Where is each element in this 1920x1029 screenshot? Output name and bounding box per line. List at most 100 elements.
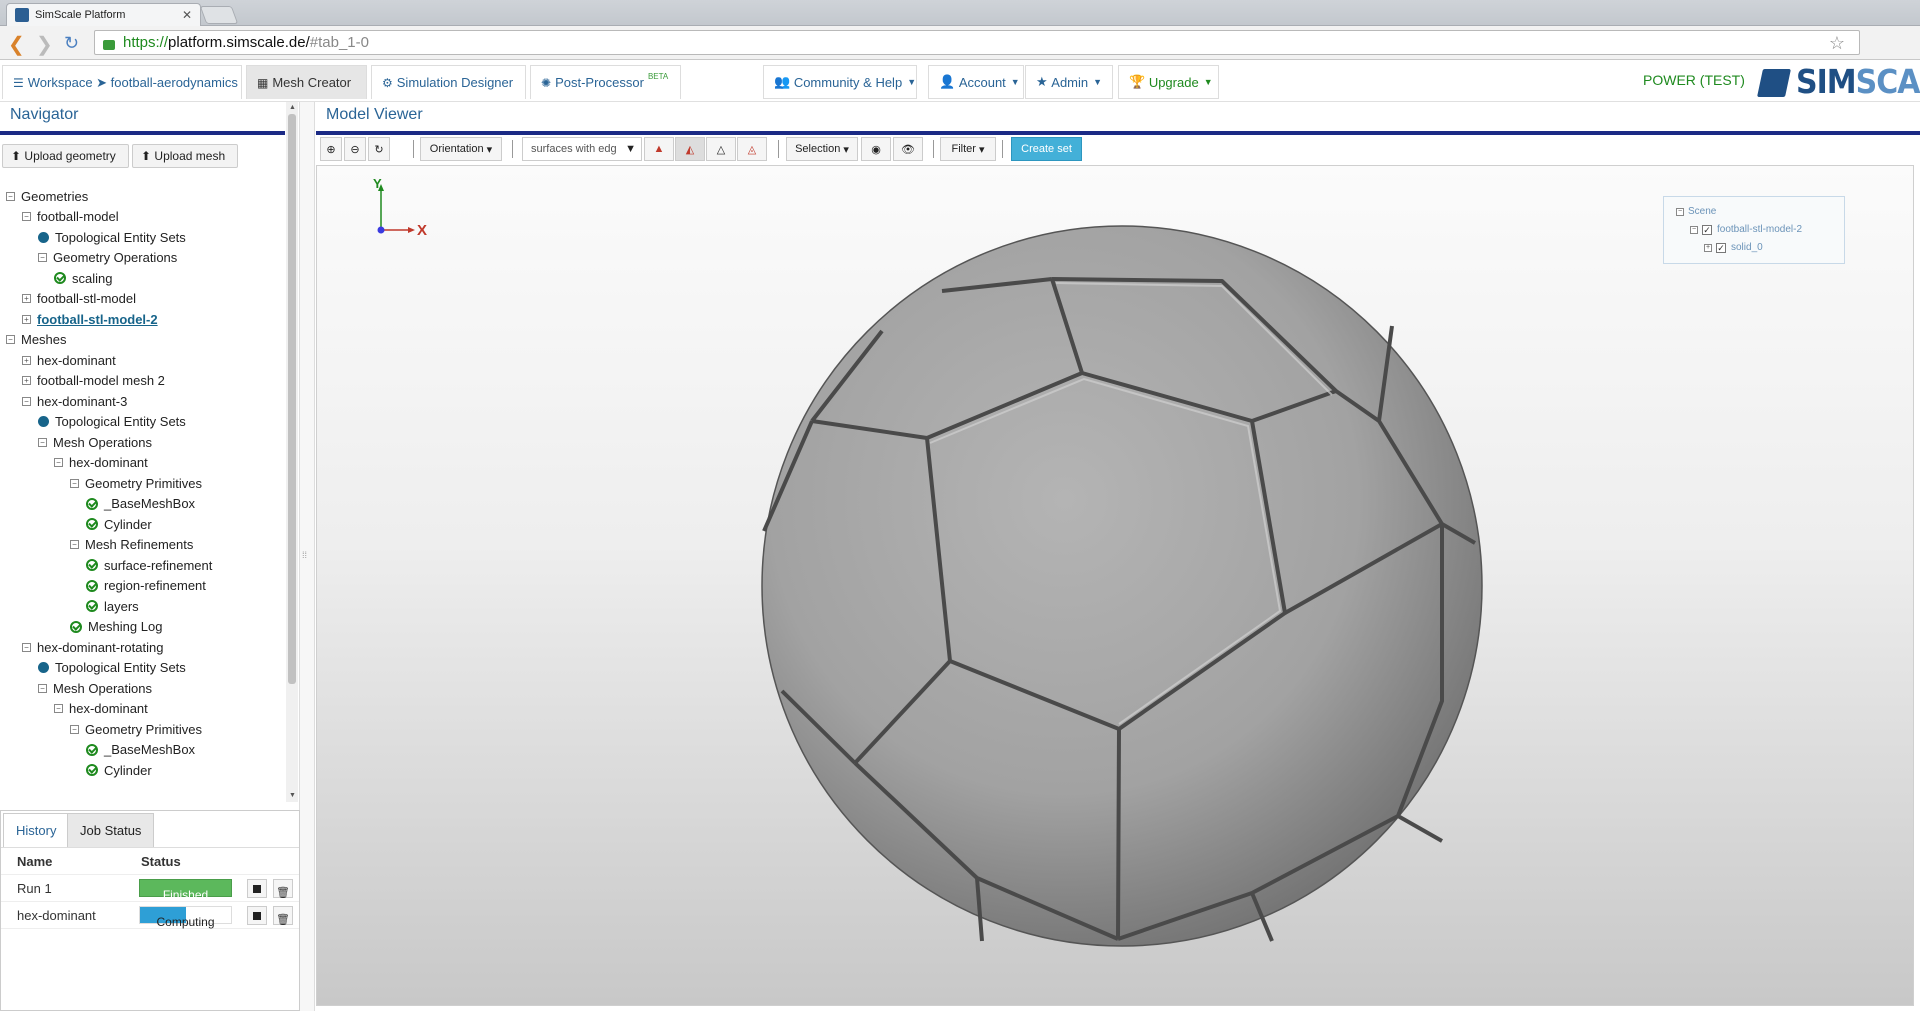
close-tab-icon[interactable]: ✕	[182, 8, 192, 22]
football-model[interactable]	[752, 221, 1492, 951]
visibility-checkbox[interactable]: ✓	[1716, 242, 1726, 253]
tree-item[interactable]: Cylinder	[86, 514, 152, 534]
tree-item[interactable]: + hex-dominant	[22, 350, 116, 370]
tree-item[interactable]: Topological Entity Sets	[38, 227, 186, 247]
tree-item[interactable]: − hex-dominant	[54, 699, 148, 719]
account-menu[interactable]: 👤 Account ▼	[928, 65, 1024, 99]
expand-icon[interactable]: +	[22, 376, 31, 385]
expand-icon[interactable]: +	[1704, 243, 1712, 252]
expand-icon[interactable]: +	[22, 355, 31, 365]
reset-view-button[interactable]: ↻	[368, 137, 390, 161]
tree-item[interactable]: − football-model	[22, 207, 119, 227]
collapse-icon[interactable]: −	[70, 724, 79, 734]
browser-tab[interactable]: SimScale Platform ✕	[6, 3, 201, 26]
scene-model-item[interactable]: − ✓ football-stl-model-2	[1690, 224, 1802, 235]
tree-item[interactable]: scaling	[54, 268, 112, 288]
tree-item[interactable]: − Mesh Operations	[38, 432, 152, 452]
tab-workspace[interactable]: ☰ Workspace ➤ football-aerodynamics	[2, 65, 242, 99]
delete-job-button[interactable]: 🗑	[273, 906, 293, 926]
community-help-menu[interactable]: 👥 Community & Help ▼	[763, 65, 917, 99]
tree-item[interactable]: − Meshes	[6, 330, 67, 350]
collapse-icon[interactable]: −	[70, 540, 79, 549]
tree-item[interactable]: − hex-dominant	[54, 453, 148, 473]
collapse-icon[interactable]: −	[22, 642, 31, 652]
orientation-dropdown[interactable]: Orientation ▾	[420, 137, 502, 161]
tree-item[interactable]: − hex-dominant-rotating	[22, 637, 163, 657]
tree-item[interactable]: − Geometries	[6, 186, 88, 206]
show-all-button[interactable]: 👁	[893, 137, 923, 161]
shading-wire-button[interactable]: △	[706, 137, 736, 161]
shading-solid-button[interactable]: ▲	[644, 137, 674, 161]
tree-item[interactable]: + football-model mesh 2	[22, 371, 165, 391]
upload-mesh-button[interactable]: ⬆ Upload mesh	[132, 144, 238, 168]
selection-dropdown[interactable]: Selection ▾	[786, 137, 858, 161]
collapse-icon[interactable]: −	[1690, 225, 1698, 234]
delete-job-button[interactable]: 🗑	[273, 879, 293, 899]
collapse-icon[interactable]: −	[54, 704, 63, 713]
filter-dropdown[interactable]: Filter ▾	[940, 137, 996, 161]
navigator-scrollbar-thumb[interactable]	[288, 114, 296, 684]
job-row[interactable]: Run 1 Finished 🗑	[1, 875, 299, 902]
render-mode-select[interactable]: surfaces with edg ▼	[522, 137, 642, 161]
shading-edges-button[interactable]: ◭	[675, 137, 705, 161]
tab-history[interactable]: History	[3, 813, 70, 847]
stop-job-button[interactable]	[247, 906, 267, 925]
tree-item[interactable]: − Geometry Operations	[38, 248, 177, 268]
collapse-icon[interactable]: −	[6, 335, 15, 344]
collapse-icon[interactable]: −	[6, 191, 15, 201]
zoom-in-button[interactable]: ⊕	[320, 137, 342, 161]
upload-geometry-button[interactable]: ⬆ Upload geometry	[2, 144, 129, 168]
tab-simulation-designer[interactable]: ⚙ Simulation Designer	[371, 65, 526, 99]
tree-item[interactable]: Topological Entity Sets	[38, 412, 186, 432]
collapse-icon[interactable]: −	[22, 212, 31, 221]
tree-item[interactable]: region-refinement	[86, 576, 206, 596]
tree-item[interactable]: _BaseMeshBox	[86, 494, 195, 514]
tree-item[interactable]: Meshing Log	[70, 617, 162, 637]
stop-job-button[interactable]	[247, 879, 267, 898]
collapse-icon[interactable]: −	[38, 253, 47, 262]
zoom-out-button[interactable]: ⊖	[344, 137, 366, 161]
expand-icon[interactable]: +	[22, 314, 31, 324]
collapse-icon[interactable]: −	[54, 458, 63, 467]
tree-item[interactable]: Topological Entity Sets	[38, 658, 186, 678]
collapse-icon[interactable]: −	[38, 437, 47, 447]
scene-root[interactable]: − Scene	[1676, 206, 1716, 217]
upgrade-menu[interactable]: 🏆 Upgrade ▼	[1118, 65, 1219, 99]
tree-item[interactable]: − Geometry Primitives	[70, 719, 202, 739]
scroll-up-icon[interactable]: ▲	[289, 104, 296, 111]
new-tab-button[interactable]	[199, 6, 239, 24]
bookmark-star-icon[interactable]: ☆	[1829, 33, 1845, 54]
collapse-icon[interactable]: −	[70, 478, 79, 488]
tab-mesh-creator[interactable]: ▦ Mesh Creator	[246, 65, 367, 99]
back-arrow-icon[interactable]: ❮	[8, 32, 25, 57]
collapse-icon[interactable]: −	[1676, 207, 1684, 216]
collapse-icon[interactable]: −	[22, 396, 31, 406]
tree-item[interactable]: − hex-dominant-3	[22, 391, 127, 411]
tree-item[interactable]: layers	[86, 596, 139, 616]
address-bar[interactable]: https://platform.simscale.de/#tab_1-0 ☆	[94, 30, 1860, 55]
reload-icon[interactable]: ↻	[64, 33, 79, 54]
tree-item[interactable]: − Geometry Primitives	[70, 473, 202, 493]
tab-post-processor[interactable]: ✺ Post-Processor BETA	[530, 65, 681, 99]
admin-menu[interactable]: ★ Admin ▼	[1025, 65, 1113, 99]
job-row[interactable]: hex-dominant Computing 🗑	[1, 902, 299, 929]
tree-item[interactable]: + football-stl-model	[22, 289, 136, 309]
collapse-icon[interactable]: −	[38, 683, 47, 693]
splitter-grip-icon[interactable]: ⁞⁞	[302, 550, 307, 560]
hide-selected-button[interactable]: ◉	[861, 137, 891, 161]
scene-solid-item[interactable]: + ✓ solid_0	[1704, 242, 1763, 253]
shading-points-button[interactable]: ◬	[737, 137, 767, 161]
expand-icon[interactable]: +	[22, 294, 31, 303]
visibility-checkbox[interactable]: ✓	[1702, 224, 1712, 235]
tree-item[interactable]: − Mesh Refinements	[70, 535, 193, 555]
tree-item[interactable]: Cylinder	[86, 760, 152, 780]
create-set-button[interactable]: Create set	[1011, 137, 1082, 161]
tab-job-status[interactable]: Job Status	[67, 813, 155, 847]
3d-viewport[interactable]: Y X − Scene − ✓ football-stl-model-2 + ✓…	[316, 165, 1914, 1006]
tree-item[interactable]: _BaseMeshBox	[86, 740, 195, 760]
forward-arrow-icon[interactable]: ❯	[36, 32, 53, 57]
tree-item[interactable]: + football-stl-model-2	[22, 309, 158, 329]
scroll-down-icon[interactable]: ▼	[289, 792, 296, 799]
tree-item[interactable]: surface-refinement	[86, 555, 212, 575]
tree-item[interactable]: − Mesh Operations	[38, 678, 152, 698]
